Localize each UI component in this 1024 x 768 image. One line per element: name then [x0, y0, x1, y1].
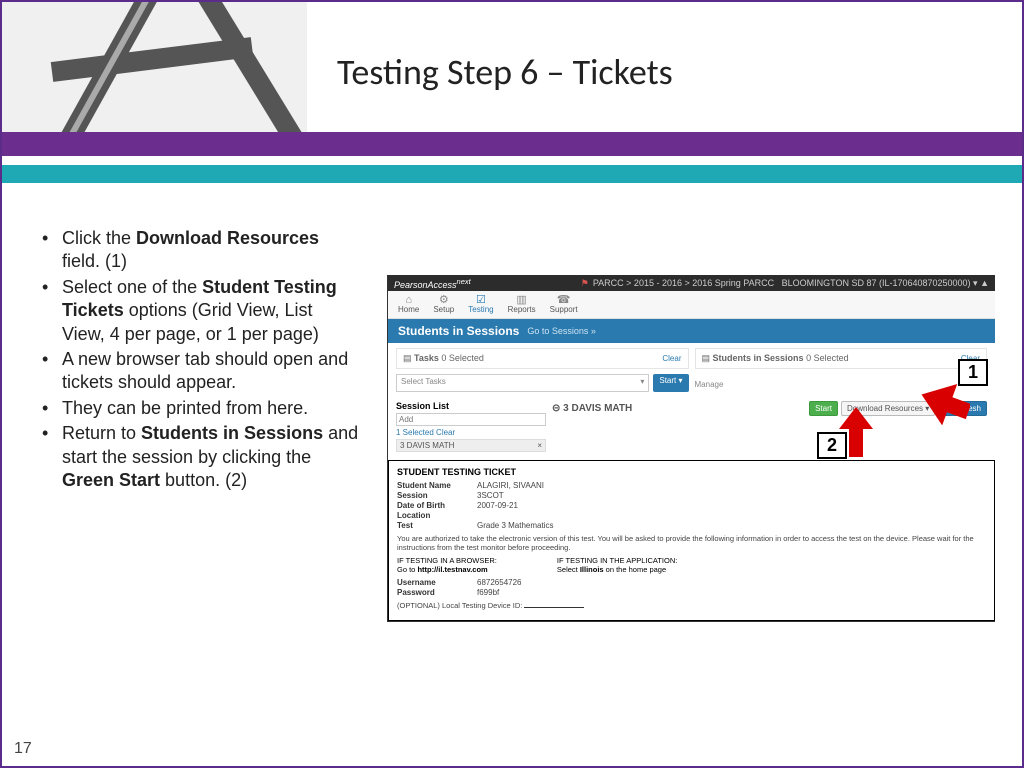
bullet-2: Select one of the Student Testing Ticket…	[40, 276, 360, 346]
screenshot-panel: PearsonAccessnext ⚑PARCC > 2015 - 2016 >…	[387, 275, 995, 622]
bullet-4: They can be printed from here.	[40, 397, 360, 420]
selected-count-row: 1 Selected Clear	[396, 428, 546, 437]
logo	[2, 2, 307, 132]
tasks-panel: ▤ Tasks 0 Selected Clear	[396, 348, 689, 369]
callout-2: 2	[817, 432, 847, 459]
page-header-bar: Students in Sessions Go to Sessions »	[388, 319, 995, 343]
session-clear[interactable]: Clear	[436, 428, 455, 437]
app-topbar: PearsonAccessnext ⚑PARCC > 2015 - 2016 >…	[388, 275, 995, 291]
add-session-input[interactable]	[396, 413, 546, 426]
teal-divider	[2, 165, 1022, 183]
page-number: 17	[14, 740, 32, 758]
nav-setup[interactable]: ⚙Setup	[433, 295, 454, 314]
nav-reports[interactable]: ▥Reports	[508, 295, 536, 314]
session-title: ⊝ 3 DAVIS MATH	[552, 403, 632, 414]
session-item[interactable]: 3 DAVIS MATH×	[396, 439, 546, 452]
tasks-clear[interactable]: Clear	[662, 354, 681, 363]
students-panel: ▤ Students in Sessions 0 Selected Clear	[695, 348, 988, 369]
bullet-1: Click the Download Resources field. (1)	[40, 227, 360, 274]
bullet-3: A new browser tab should open and ticket…	[40, 348, 360, 395]
arrow-1-icon	[920, 381, 970, 425]
close-icon[interactable]: ×	[537, 441, 542, 450]
flag-icon: ⚑	[581, 278, 589, 288]
manage-link[interactable]: Manage	[695, 380, 724, 389]
start-tasks-button[interactable]: Start ▾	[653, 374, 688, 392]
nav-home[interactable]: ⌂Home	[398, 295, 419, 314]
session-list: Session List 1 Selected Clear 3 DAVIS MA…	[396, 401, 546, 452]
callout-1: 1	[958, 359, 988, 386]
purple-divider	[2, 132, 1022, 156]
go-to-sessions-link[interactable]: Go to Sessions »	[527, 326, 596, 336]
instruction-bullets: Click the Download Resources field. (1) …	[40, 227, 360, 494]
bullet-5: Return to Students in Sessions and start…	[40, 422, 360, 492]
slide-title: Testing Step 6 – Tickets	[337, 50, 673, 94]
nav-support[interactable]: ☎Support	[550, 295, 578, 314]
app-nav: ⌂Home ⚙Setup ☑Testing ▥Reports ☎Support	[388, 291, 995, 319]
select-tasks-dropdown[interactable]: Select Tasks▾	[396, 374, 649, 392]
start-button[interactable]: Start	[809, 401, 838, 416]
student-testing-ticket: STUDENT TESTING TICKET Student NameALAGI…	[388, 460, 995, 621]
nav-testing[interactable]: ☑Testing	[468, 295, 493, 314]
